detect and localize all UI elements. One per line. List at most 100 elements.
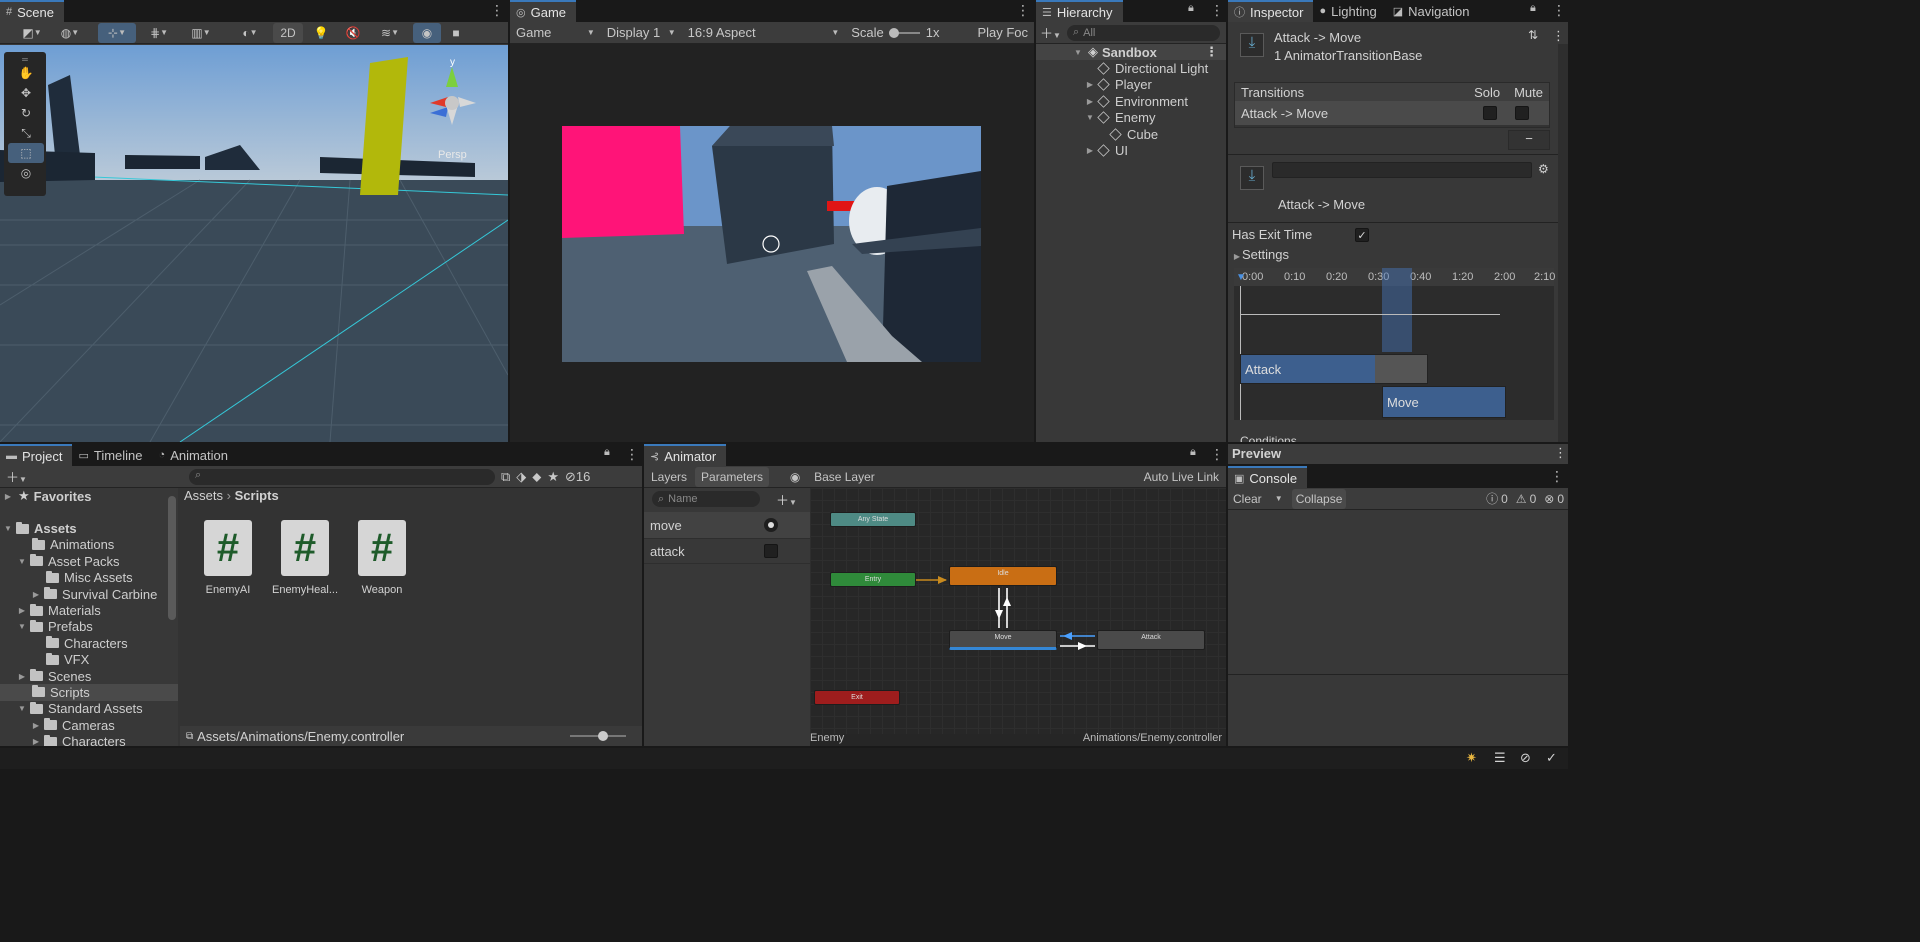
move-tool-icon[interactable]: ✥ bbox=[8, 83, 44, 103]
auto-generate-lighting-icon[interactable]: ⊘ bbox=[1520, 750, 1531, 766]
display-select[interactable]: Display 1 ▼ bbox=[601, 25, 682, 40]
transition-row[interactable]: Attack -> Move bbox=[1235, 101, 1549, 125]
favorites-foldout[interactable]: ▶ ★ Favorites bbox=[0, 488, 178, 504]
settings-gear-icon[interactable]: ⚙ bbox=[1538, 162, 1549, 176]
camera-icon[interactable]: ■ bbox=[445, 23, 467, 43]
aspect-select[interactable]: 16:9 Aspect ▼ bbox=[682, 25, 846, 40]
transition-timeline[interactable]: 0:00 0:10 0:20 0:30 0:40 1:20 2:00 2:10 … bbox=[1234, 268, 1555, 420]
tab-animation[interactable]: ◔ Animation bbox=[153, 444, 238, 466]
check-icon[interactable]: ✓ bbox=[1546, 750, 1557, 766]
inspector-menu-icon[interactable]: ⋮ bbox=[1552, 2, 1566, 19]
remove-transition-button[interactable]: − bbox=[1508, 130, 1550, 150]
folder-vfx[interactable]: VFX bbox=[0, 652, 178, 668]
file-weapon[interactable]: # Weapon bbox=[352, 520, 412, 596]
snap-button[interactable]: ⋕ ▼ bbox=[140, 23, 178, 43]
has-exit-time-checkbox[interactable]: ✓ bbox=[1355, 228, 1369, 242]
game-view[interactable] bbox=[562, 126, 981, 362]
folder-asset-packs[interactable]: ▼ Asset Packs bbox=[0, 553, 178, 569]
folder-standard-assets[interactable]: ▼ Standard Assets bbox=[0, 701, 178, 717]
grid-snap-button[interactable]: ▥ ▼ bbox=[182, 23, 220, 43]
hierarchy-item-environment[interactable]: ▶ Environment bbox=[1036, 93, 1226, 109]
folder-scripts[interactable]: Scripts bbox=[0, 684, 178, 701]
breadcrumb-item[interactable]: Assets bbox=[184, 488, 223, 503]
parameters-tab[interactable]: Parameters bbox=[695, 466, 770, 487]
tab-console[interactable]: ▣ Console bbox=[1228, 466, 1308, 488]
project-search[interactable]: ⌕ bbox=[188, 468, 495, 485]
folder-misc-assets[interactable]: Misc Assets bbox=[0, 570, 178, 586]
scene-viewport[interactable]: y Persp bbox=[0, 45, 508, 442]
clip-move[interactable]: Move bbox=[1382, 386, 1506, 418]
filter-label-icon[interactable]: ⬥ bbox=[532, 469, 541, 485]
tab-navigation[interactable]: ◪ Navigation bbox=[1387, 0, 1480, 22]
folder-materials[interactable]: ▶ Materials bbox=[0, 602, 178, 618]
tab-scene[interactable]: # Scene bbox=[0, 0, 64, 22]
cache-server-icon[interactable]: ☰ bbox=[1494, 750, 1506, 766]
parameter-search[interactable]: ⌕ Name bbox=[652, 491, 760, 507]
tab-inspector[interactable]: ⓘ Inspector bbox=[1228, 0, 1314, 22]
hierarchy-search[interactable]: ⌕ All bbox=[1066, 24, 1220, 41]
transition-arrows[interactable] bbox=[810, 488, 1226, 734]
create-icon[interactable]: ＋▼ bbox=[6, 467, 27, 486]
file-enemyhealth[interactable]: # EnemyHeal... bbox=[268, 520, 342, 596]
lock-icon[interactable]: 🔒︎ bbox=[1190, 446, 1196, 459]
base-layer-breadcrumb[interactable]: Base Layer bbox=[811, 467, 878, 487]
hierarchy-item-sandbox[interactable]: ▼ ◈ Sandbox ⋮ bbox=[1036, 44, 1226, 61]
folder-characters[interactable]: Characters bbox=[0, 635, 178, 651]
mute-checkbox[interactable] bbox=[1515, 106, 1529, 120]
project-menu-icon[interactable]: ⋮ bbox=[625, 446, 639, 463]
scene-menu-icon[interactable]: ⋮ bbox=[490, 2, 504, 19]
tab-hierarchy[interactable]: ☰ Hierarchy bbox=[1036, 0, 1123, 22]
preview-menu-icon[interactable]: ⋮ bbox=[1554, 445, 1567, 461]
hand-tool-icon[interactable]: ✋ bbox=[8, 63, 44, 83]
tab-animator[interactable]: ⊰ Animator bbox=[644, 444, 727, 466]
trigger-radio[interactable] bbox=[764, 518, 778, 532]
favorite-star-icon[interactable]: ★ bbox=[547, 469, 559, 485]
game-menu-icon[interactable]: ⋮ bbox=[1016, 2, 1030, 19]
icon-size-slider[interactable] bbox=[570, 731, 626, 741]
scale-tool-icon[interactable]: ⤡ bbox=[8, 123, 44, 143]
breadcrumb-item[interactable]: Scripts bbox=[235, 488, 279, 503]
file-enemyai[interactable]: # EnemyAI bbox=[198, 520, 258, 596]
lock-icon[interactable]: 🔒︎ bbox=[1188, 2, 1194, 15]
tab-lighting[interactable]: ● Lighting bbox=[1313, 0, 1386, 22]
draw-mode-button[interactable]: ◩ ▼ bbox=[15, 23, 49, 43]
hidden-packages-button[interactable]: ⊘16 bbox=[565, 469, 590, 485]
clear-button[interactable]: Clear bbox=[1229, 489, 1266, 509]
tab-project[interactable]: ▬ Project bbox=[0, 444, 73, 466]
timeline-start-marker[interactable]: ▼ bbox=[1236, 272, 1246, 283]
bool-checkbox[interactable] bbox=[764, 544, 778, 558]
hierarchy-item-directional-light[interactable]: Directional Light bbox=[1036, 60, 1226, 76]
auto-live-link-button[interactable]: Auto Live Link bbox=[1138, 467, 1225, 487]
hierarchy-item-player[interactable]: ▶ Player bbox=[1036, 77, 1226, 93]
layers-tab[interactable]: Layers bbox=[645, 467, 693, 487]
solo-checkbox[interactable] bbox=[1483, 106, 1497, 120]
hierarchy-item-enemy[interactable]: ▼ Enemy bbox=[1036, 110, 1226, 126]
search-options-icon[interactable]: ⧉ bbox=[501, 469, 510, 485]
collapse-button[interactable]: Collapse bbox=[1291, 488, 1347, 509]
2d-toggle[interactable]: 2D bbox=[273, 22, 303, 43]
global-button[interactable]: ◍ ▼ bbox=[53, 23, 87, 43]
error-filter-button[interactable]: ⊗ 0 bbox=[1541, 489, 1567, 509]
debug-icon[interactable]: ✷ bbox=[1466, 750, 1477, 766]
folder-assets[interactable]: ▼ Assets bbox=[0, 520, 178, 536]
folder-survival-carbine[interactable]: ▶ Survival Carbine bbox=[0, 586, 178, 602]
hierarchy-menu-icon[interactable]: ⋮ bbox=[1210, 2, 1224, 19]
tab-timeline[interactable]: ▭ Timeline bbox=[72, 444, 152, 466]
lock-icon[interactable]: 🔒︎ bbox=[604, 446, 610, 459]
eye-icon[interactable]: ◉ bbox=[784, 467, 806, 487]
folder-prefabs[interactable]: ▼ Prefabs bbox=[0, 619, 178, 635]
scale-slider[interactable]: Scale 1x bbox=[845, 25, 971, 40]
settings-foldout[interactable]: ▶ Settings bbox=[1232, 247, 1289, 262]
filter-type-icon[interactable]: ⬗ bbox=[516, 469, 526, 485]
animator-graph[interactable]: Any State Entry Idle Move Attack Exit bbox=[810, 488, 1226, 734]
hierarchy-item-cube[interactable]: Cube bbox=[1036, 126, 1226, 142]
folder-cameras[interactable]: ▶ Cameras bbox=[0, 717, 178, 733]
shading-button[interactable]: ◐ ▼ bbox=[231, 23, 269, 43]
folder-animations[interactable]: Animations bbox=[0, 537, 178, 553]
folder-characters-2[interactable]: ▶ Characters bbox=[0, 733, 178, 746]
inspector-scrollbar[interactable] bbox=[1558, 44, 1568, 442]
lock-icon[interactable]: 🔒︎ bbox=[1530, 2, 1536, 15]
transition-overlap-region[interactable] bbox=[1382, 268, 1412, 352]
hierarchy-item-ui[interactable]: ▶ UI bbox=[1036, 142, 1226, 158]
log-filter-button[interactable]: ⓘ 0 bbox=[1483, 489, 1511, 509]
